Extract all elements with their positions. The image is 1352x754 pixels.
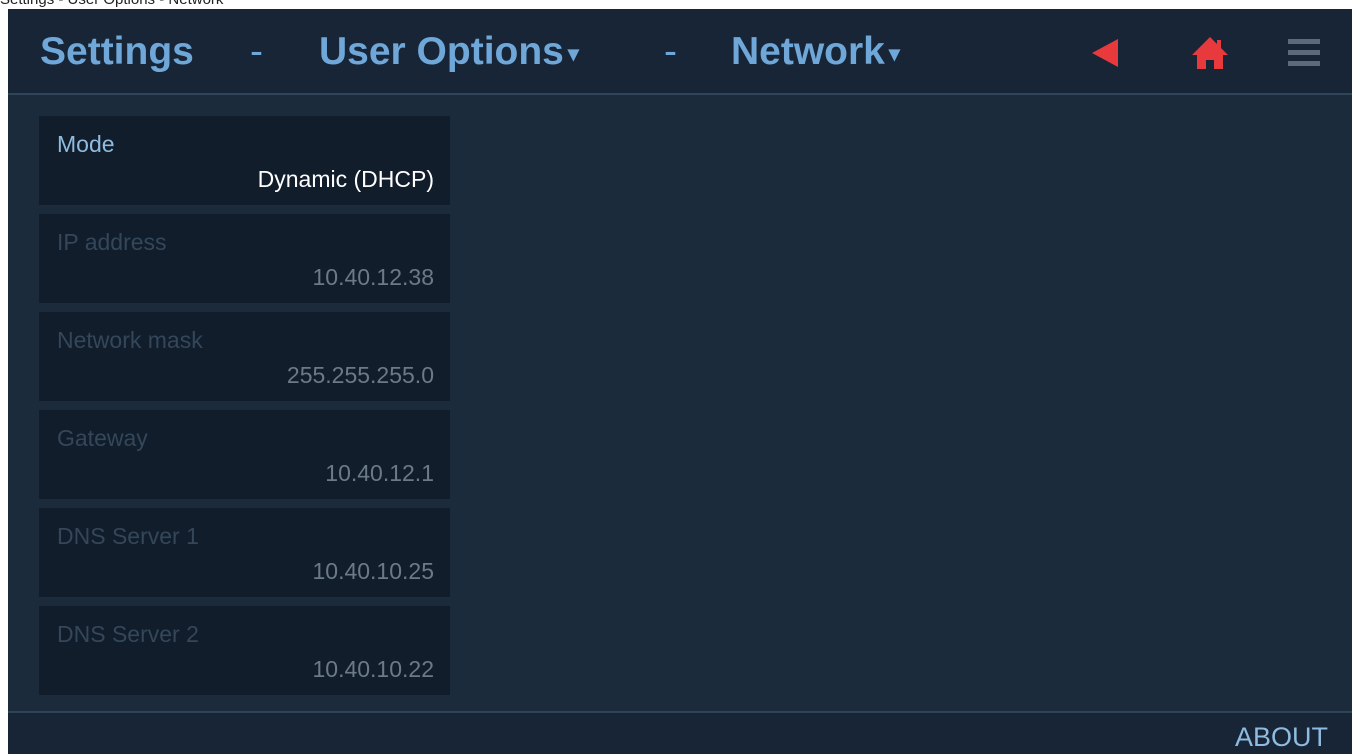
screen: Settings - User Options ▾ - Network ▾ Mo… xyxy=(8,9,1352,754)
ip-address-label: IP address xyxy=(57,229,167,255)
dns-server-2-label: DNS Server 2 xyxy=(57,621,199,647)
dns-server-2-field: DNS Server 2 10.40.10.22 xyxy=(39,606,450,695)
breadcrumb-user-options[interactable]: User Options ▾ xyxy=(319,29,579,77)
gateway-value: 10.40.12.1 xyxy=(325,460,434,486)
breadcrumb-settings[interactable]: Settings xyxy=(40,29,194,75)
breadcrumb-user-options-label: User Options xyxy=(319,30,564,73)
breadcrumb-settings-label: Settings xyxy=(40,30,194,73)
ip-address-field: IP address 10.40.12.38 xyxy=(39,214,450,303)
top-strip: Settings - User Options - Network xyxy=(0,0,1352,9)
network-mask-label: Network mask xyxy=(57,327,203,353)
mode-field[interactable]: Mode Dynamic (DHCP) xyxy=(39,116,450,205)
dns-server-1-label: DNS Server 1 xyxy=(57,523,199,549)
breadcrumb-network-label: Network xyxy=(731,30,885,73)
breadcrumb-separator: - xyxy=(664,30,677,73)
mode-value: Dynamic (DHCP) xyxy=(257,166,434,192)
header: Settings - User Options ▾ - Network ▾ xyxy=(8,9,1352,95)
chevron-down-icon: ▾ xyxy=(567,40,579,66)
dns-server-2-value: 10.40.10.22 xyxy=(312,656,434,682)
home-icon[interactable] xyxy=(1190,33,1230,73)
mode-label: Mode xyxy=(57,131,115,157)
gateway-label: Gateway xyxy=(57,425,148,451)
network-mask-field: Network mask 255.255.255.0 xyxy=(39,312,450,401)
footer: ABOUT xyxy=(8,711,1352,754)
gateway-field: Gateway 10.40.12.1 xyxy=(39,410,450,499)
menu-icon[interactable] xyxy=(1284,33,1324,73)
ip-address-value: 10.40.12.38 xyxy=(312,264,434,290)
chevron-down-icon: ▾ xyxy=(888,40,900,66)
back-arrow-icon[interactable] xyxy=(1086,33,1126,73)
dns-server-1-field: DNS Server 1 10.40.10.25 xyxy=(39,508,450,597)
about-button[interactable]: ABOUT xyxy=(1235,721,1328,753)
top-strip-text: Settings - User Options - Network xyxy=(0,0,223,9)
breadcrumb-network[interactable]: Network ▾ xyxy=(731,29,900,77)
network-mask-value: 255.255.255.0 xyxy=(286,362,434,388)
dns-server-1-value: 10.40.10.25 xyxy=(312,558,434,584)
breadcrumb-separator: - xyxy=(250,30,263,73)
